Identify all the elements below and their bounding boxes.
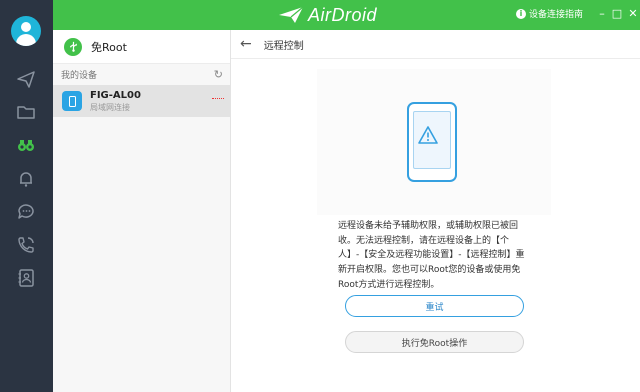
my-devices-header: 我的设备 ↻	[53, 64, 230, 85]
info-icon: i	[516, 8, 526, 19]
chat-icon[interactable]	[13, 199, 39, 225]
phone-call-icon[interactable]	[13, 232, 39, 258]
minimize-button[interactable]: –	[595, 7, 609, 21]
folder-icon[interactable]	[13, 99, 39, 125]
connection-guide-label: 设备连接指南	[529, 10, 584, 20]
send-icon[interactable]	[13, 66, 39, 92]
binoculars-icon[interactable]	[13, 132, 39, 158]
warning-illustration	[317, 69, 551, 215]
device-panel: 免Root 我的设备 ↻ FIG-AL00 局域网连接	[53, 30, 231, 392]
contacts-icon[interactable]	[13, 265, 39, 291]
no-root-operation-button[interactable]: 执行免Root操作	[345, 331, 524, 353]
paper-plane-logo-icon	[279, 6, 304, 23]
device-name: FIG-AL00	[90, 89, 141, 101]
bell-icon[interactable]	[13, 166, 39, 192]
no-root-entry[interactable]: 免Root	[53, 30, 230, 64]
back-arrow-icon[interactable]: ←	[240, 37, 252, 51]
my-devices-label: 我的设备	[61, 71, 98, 81]
device-connection-status: 局域网连接	[90, 102, 130, 112]
permission-message: 远程设备未给予辅助权限，或辅助权限已被回收。无法远程控制，请在远程设备上的【个人…	[338, 221, 525, 290]
signal-indicator-icon	[212, 98, 224, 101]
left-nav-rail	[0, 0, 53, 392]
connection-guide-link[interactable]: i 设备连接指南	[516, 7, 583, 20]
usb-icon	[64, 37, 82, 56]
no-root-label: 免Root	[91, 40, 127, 54]
retry-button[interactable]: 重试	[345, 295, 524, 317]
device-list-item[interactable]: FIG-AL00 局域网连接	[53, 85, 230, 117]
phone-warning-icon	[407, 102, 457, 182]
top-bar: AirDroid i 设备连接指南 – □ ✕	[53, 0, 640, 30]
page-title: 远程控制	[263, 40, 304, 52]
refresh-icon[interactable]: ↻	[214, 68, 223, 81]
view-header: ← 远程控制	[231, 30, 640, 59]
close-button[interactable]: ✕	[626, 7, 640, 21]
avatar[interactable]	[11, 16, 41, 46]
airdroid-logo: AirDroid	[278, 4, 377, 26]
phone-icon	[62, 91, 82, 111]
maximize-button[interactable]: □	[610, 7, 624, 21]
app-name: AirDroid	[308, 4, 378, 25]
remote-control-view: ← 远程控制 远程设备未给予辅助权限，或辅助权限已被回收。无法远程控制，请在远程…	[231, 30, 640, 392]
